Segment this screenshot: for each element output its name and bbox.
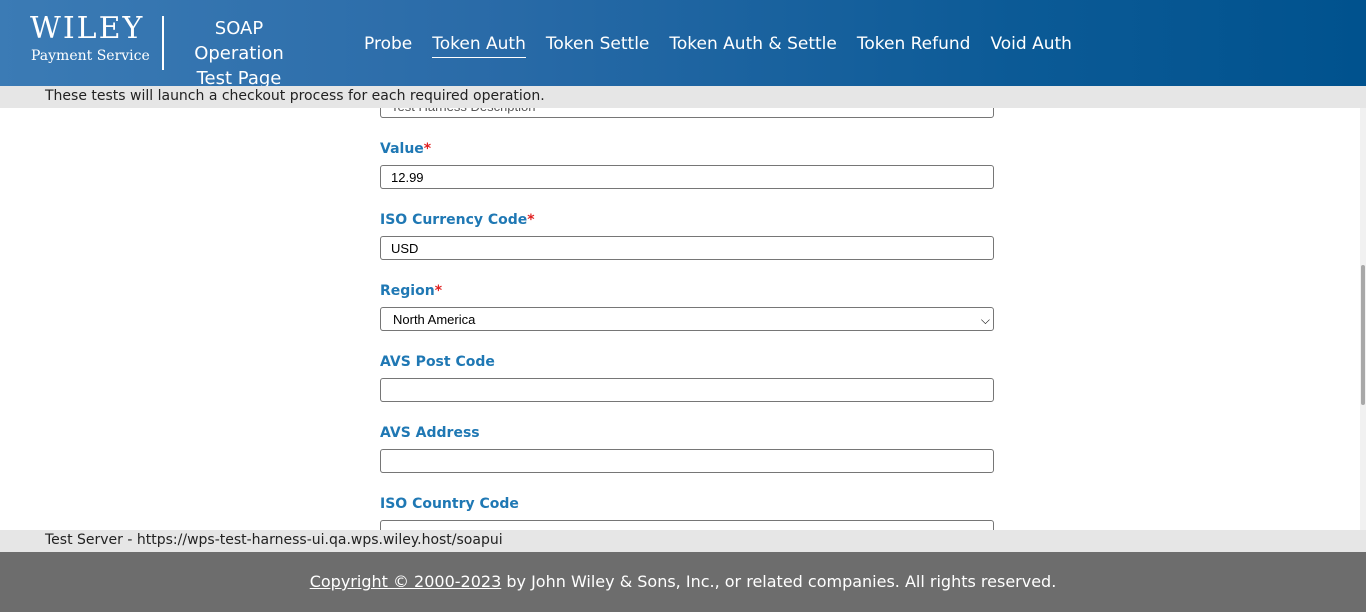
region-select[interactable]: North America <box>380 307 994 331</box>
value-field: Value* <box>380 140 994 189</box>
region-label: Region* <box>380 283 443 299</box>
server-bar: Test Server - https://wps-test-harness-u… <box>0 530 1366 552</box>
nav-token-settle[interactable]: Token Settle <box>546 32 650 58</box>
currency-input[interactable] <box>380 236 994 260</box>
avs-post-code-input[interactable] <box>380 378 994 402</box>
iso-country-code-input[interactable] <box>380 520 994 530</box>
required-mark: * <box>434 283 443 299</box>
nav-token-auth-settle[interactable]: Token Auth & Settle <box>669 32 836 58</box>
avs-address-field: AVS Address <box>380 424 994 473</box>
nav-void-auth[interactable]: Void Auth <box>990 32 1071 58</box>
currency-label: ISO Currency Code* <box>380 212 535 228</box>
value-label: Value* <box>380 141 432 157</box>
currency-field: ISO Currency Code* <box>380 211 994 260</box>
nav-token-refund[interactable]: Token Refund <box>857 32 971 58</box>
site-header: WILEY Payment Service SOAP Operation Tes… <box>0 0 1366 89</box>
avs-address-input[interactable] <box>380 449 994 473</box>
info-text: These tests will launch a checkout proce… <box>45 88 545 104</box>
logo-divider <box>162 16 164 70</box>
page-title-line1: SOAP Operation <box>194 18 284 64</box>
info-bar: These tests will launch a checkout proce… <box>0 86 1366 108</box>
region-field: Region* North America ⌵ <box>380 282 994 331</box>
logo-subtitle: Payment Service <box>31 48 150 64</box>
required-mark: * <box>527 212 535 228</box>
form-scroll-area[interactable]: Value* ISO Currency Code* Region* North … <box>0 108 1360 530</box>
footer-text: Copyright © 2000-2023 by John Wiley & So… <box>0 572 1366 591</box>
avs-post-code-label: AVS Post Code <box>380 354 495 370</box>
description-input[interactable] <box>380 108 994 118</box>
value-input[interactable] <box>380 165 994 189</box>
scrollbar-thumb[interactable] <box>1361 265 1365 405</box>
site-footer: Copyright © 2000-2023 by John Wiley & So… <box>0 552 1366 612</box>
avs-address-label: AVS Address <box>380 425 480 441</box>
server-text: Test Server - https://wps-test-harness-u… <box>45 532 503 548</box>
copyright-link[interactable]: Copyright © 2000-2023 <box>310 572 502 591</box>
iso-country-code-label: ISO Country Code <box>380 496 519 512</box>
page-title: SOAP Operation Test Page <box>170 16 308 91</box>
nav-token-auth[interactable]: Token Auth <box>432 32 526 58</box>
nav-probe[interactable]: Probe <box>364 32 412 58</box>
avs-post-code-field: AVS Post Code <box>380 353 994 402</box>
logo-wordmark: WILEY <box>30 11 145 46</box>
footer-rights: by John Wiley & Sons, Inc., or related c… <box>501 572 1057 591</box>
main-nav: Probe Token Auth Token Settle Token Auth… <box>364 32 1072 58</box>
wiley-logo[interactable]: WILEY Payment Service <box>30 12 154 68</box>
required-mark: * <box>423 141 432 157</box>
iso-country-code-field: ISO Country Code <box>380 495 994 530</box>
